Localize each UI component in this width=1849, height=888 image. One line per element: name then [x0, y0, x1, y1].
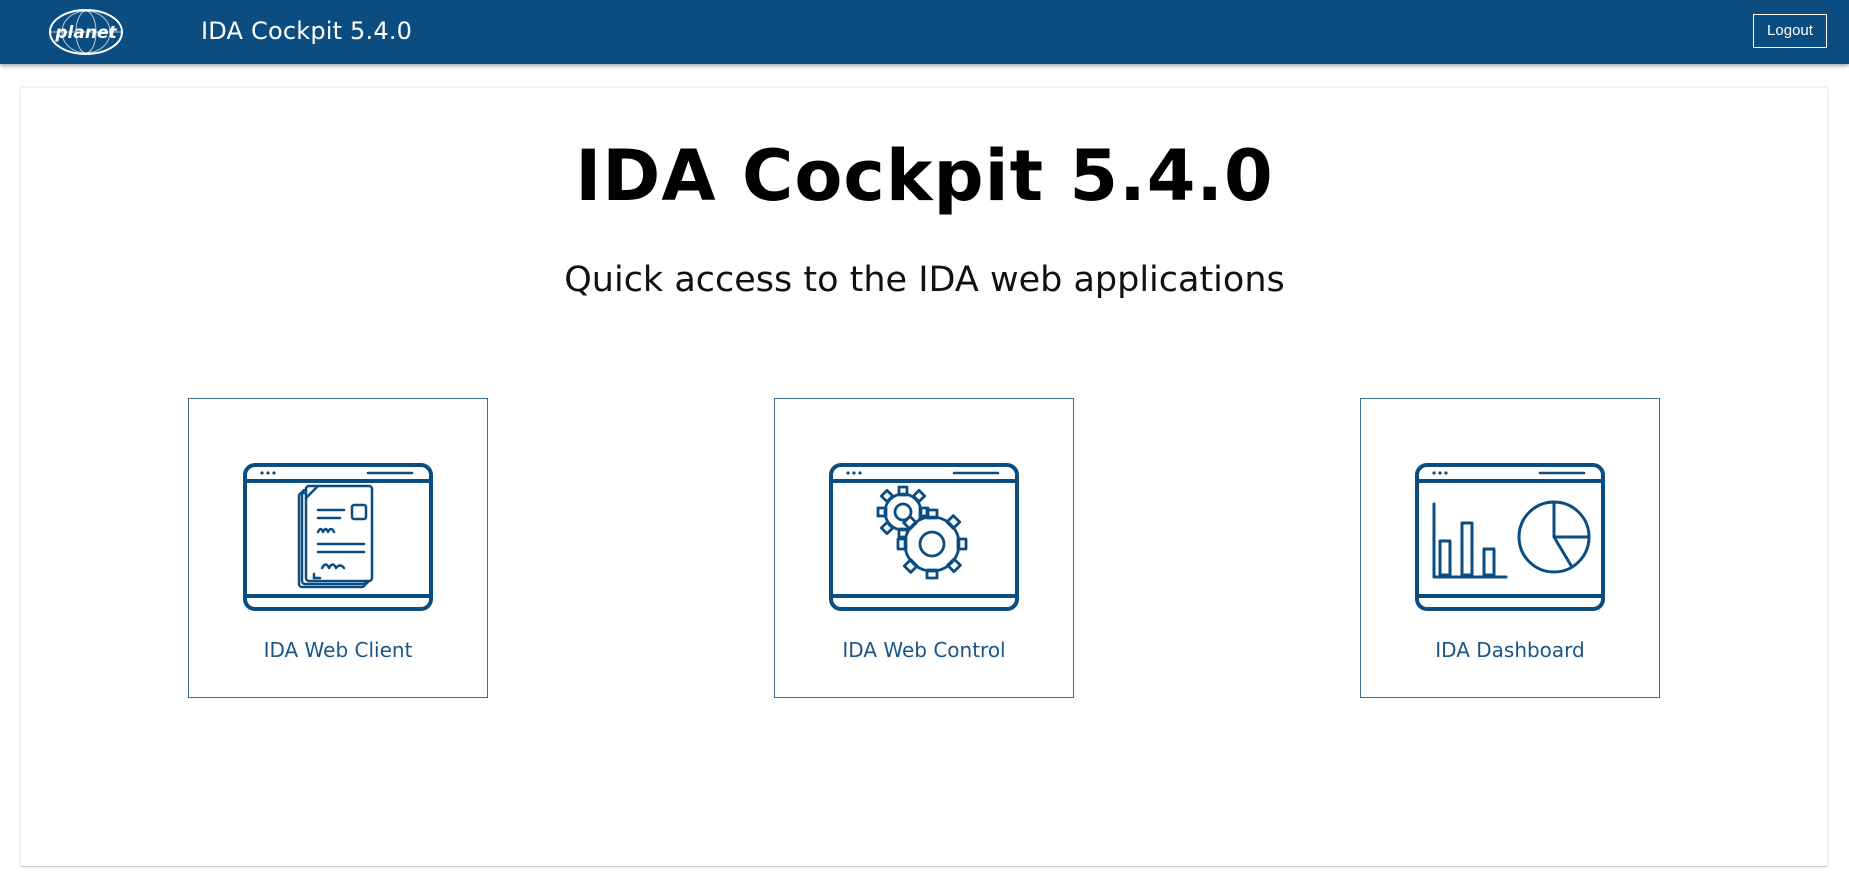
- charts-window-icon: [1415, 463, 1605, 611]
- page-title: IDA Cockpit 5.4.0: [575, 135, 1274, 217]
- app-title: IDA Cockpit 5.4.0: [201, 17, 413, 45]
- document-window-icon: [243, 463, 433, 611]
- gears-window-icon: [829, 463, 1019, 611]
- tile-label: IDA Dashboard: [1435, 638, 1585, 662]
- tile-ida-web-control[interactable]: IDA Web Control: [774, 398, 1074, 698]
- logout-button[interactable]: Logout: [1753, 14, 1827, 48]
- planet-logo-icon[interactable]: planet: [47, 8, 125, 56]
- tile-ida-web-client[interactable]: IDA Web Client: [188, 398, 488, 698]
- tile-label: IDA Web Client: [263, 638, 413, 662]
- tile-label: IDA Web Control: [842, 638, 1006, 662]
- tile-ida-dashboard[interactable]: IDA Dashboard: [1360, 398, 1660, 698]
- top-bar: planet IDA Cockpit 5.4.0 Logout: [0, 0, 1849, 64]
- svg-text:planet: planet: [54, 23, 117, 43]
- page-subtitle: Quick access to the IDA web applications: [564, 260, 1285, 300]
